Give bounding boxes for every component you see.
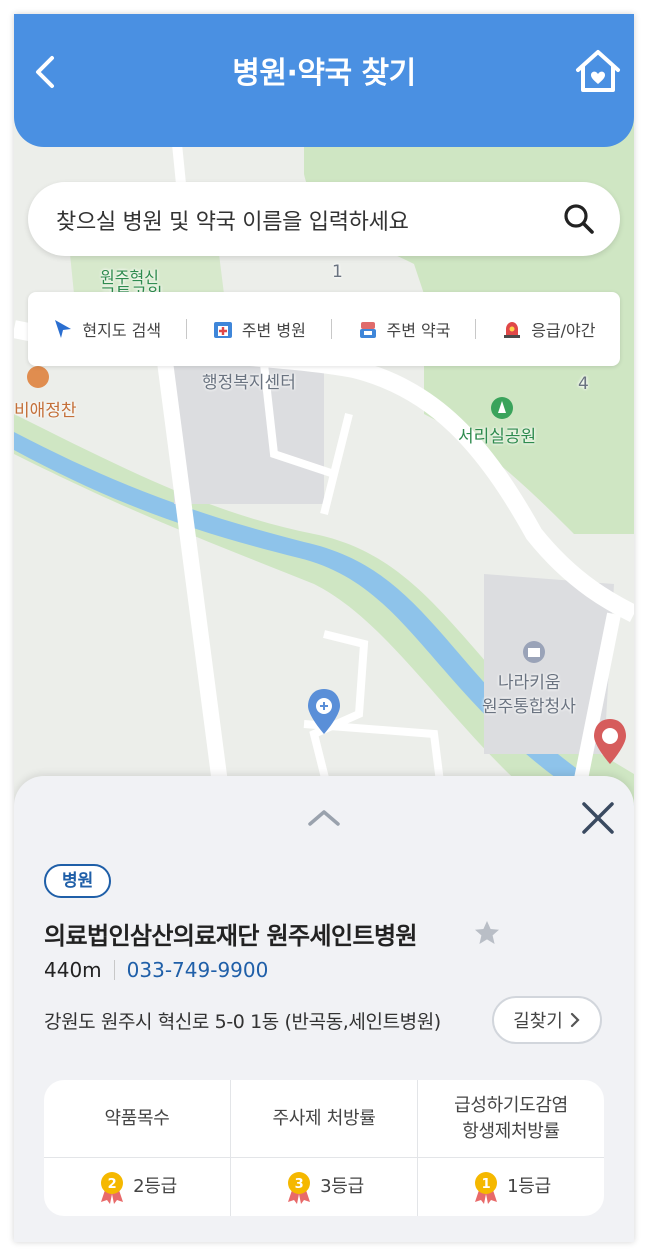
location-arrow-icon <box>55 320 72 338</box>
app-header: 병원·약국 찾기 <box>14 14 634 147</box>
filter-emergency-night[interactable]: 응급/야간 <box>501 317 595 341</box>
map-label-park2: 서리실공원 <box>458 427 537 447</box>
map-label-gov2: 원주통합청사 <box>482 697 576 717</box>
divider <box>185 319 187 339</box>
medal-number: 3 <box>295 1177 304 1192</box>
medal-icon: 1 <box>475 1172 498 1204</box>
rating-grade: 1 1등급 <box>418 1158 604 1216</box>
medal-icon: 2 <box>101 1172 124 1204</box>
map-label-gov: 나라키움 <box>498 673 561 693</box>
grade-label: 2등급 <box>133 1176 177 1197</box>
home-button[interactable] <box>572 46 624 96</box>
app-frame: 원주혁신 교통공원 1 4 비애정찬 행정복지센터 서리실공원 나라키움 원주통… <box>14 14 634 1242</box>
home-heart-icon <box>576 50 620 92</box>
filter-nearby-pharmacy[interactable]: 주변 약국 <box>357 317 451 341</box>
filter-nearby-hospital[interactable]: 주변 병원 <box>212 317 306 341</box>
chevron-right-icon <box>570 1012 580 1028</box>
distance-text: 440m <box>44 958 102 982</box>
medal-icon: 3 <box>288 1172 311 1204</box>
map-label-center: 행정복지센터 <box>202 373 296 393</box>
rating-table: 약품목수 주사제 처방률 급성하기도감염 항생제처방률 2 2등급 3 3등급 … <box>44 1080 604 1216</box>
divider <box>113 960 115 980</box>
place-name: 의료법인삼산의료재단 원주세인트병원 <box>44 922 418 950</box>
siren-icon <box>504 322 521 338</box>
rating-grade: 2 2등급 <box>44 1158 231 1216</box>
rating-header: 급성하기도감염 항생제처방률 <box>454 1094 568 1142</box>
search-bar[interactable]: 찾으실 병원 및 약국 이름을 입력하세요 <box>28 182 620 256</box>
rating-grade: 3 3등급 <box>231 1158 418 1216</box>
address-text: 강원도 원주시 혁신로 5-0 1동 (반곡동,세인트병원) <box>44 1011 441 1033</box>
divider <box>330 319 332 339</box>
rating-header-row: 약품목수 주사제 처방률 급성하기도감염 항생제처방률 <box>44 1080 604 1158</box>
directions-label: 길찾기 <box>513 1011 563 1032</box>
rating-header: 주사제 처방률 <box>231 1080 418 1157</box>
grade-label: 3등급 <box>320 1176 364 1197</box>
filter-label: 현지도 검색 <box>82 321 162 340</box>
close-icon[interactable] <box>578 798 618 838</box>
medal-number: 2 <box>108 1177 117 1192</box>
rating-header: 약품목수 <box>44 1080 231 1157</box>
detail-sheet: 병원 의료법인삼산의료재단 원주세인트병원 440m 033-749-9900 … <box>14 776 634 1242</box>
phone-link[interactable]: 033-749-9900 <box>127 958 269 982</box>
search-icon[interactable] <box>562 202 596 236</box>
search-input[interactable]: 찾으실 병원 및 약국 이름을 입력하세요 <box>56 204 409 236</box>
category-badge: 병원 <box>44 864 112 898</box>
map-label-road-1: 1 <box>332 262 343 282</box>
star-icon[interactable] <box>472 918 502 948</box>
grade-label: 1등급 <box>507 1176 551 1197</box>
filter-label: 응급/야간 <box>531 321 596 340</box>
filter-label: 주변 약국 <box>386 321 451 340</box>
filter-current-map[interactable]: 현지도 검색 <box>52 317 161 341</box>
rating-grade-row: 2 2등급 3 3등급 1 1등급 <box>44 1158 604 1216</box>
medal-number: 1 <box>482 1177 491 1192</box>
map-label-road-4: 4 <box>578 374 589 394</box>
directions-button[interactable]: 길찾기 <box>492 996 602 1044</box>
page-title: 병원·약국 찾기 <box>232 56 416 91</box>
divider <box>475 319 477 339</box>
pharmacy-icon <box>359 322 376 338</box>
chevron-up-icon[interactable] <box>304 806 344 830</box>
hospital-icon <box>213 322 232 338</box>
place-meta: 440m 033-749-9900 <box>44 958 268 982</box>
filter-label: 주변 병원 <box>241 321 306 340</box>
filter-bar: 현지도 검색 주변 병원 주변 약국 응급/야간 <box>28 292 620 366</box>
map-label-cafe: 비애정찬 <box>14 401 77 421</box>
